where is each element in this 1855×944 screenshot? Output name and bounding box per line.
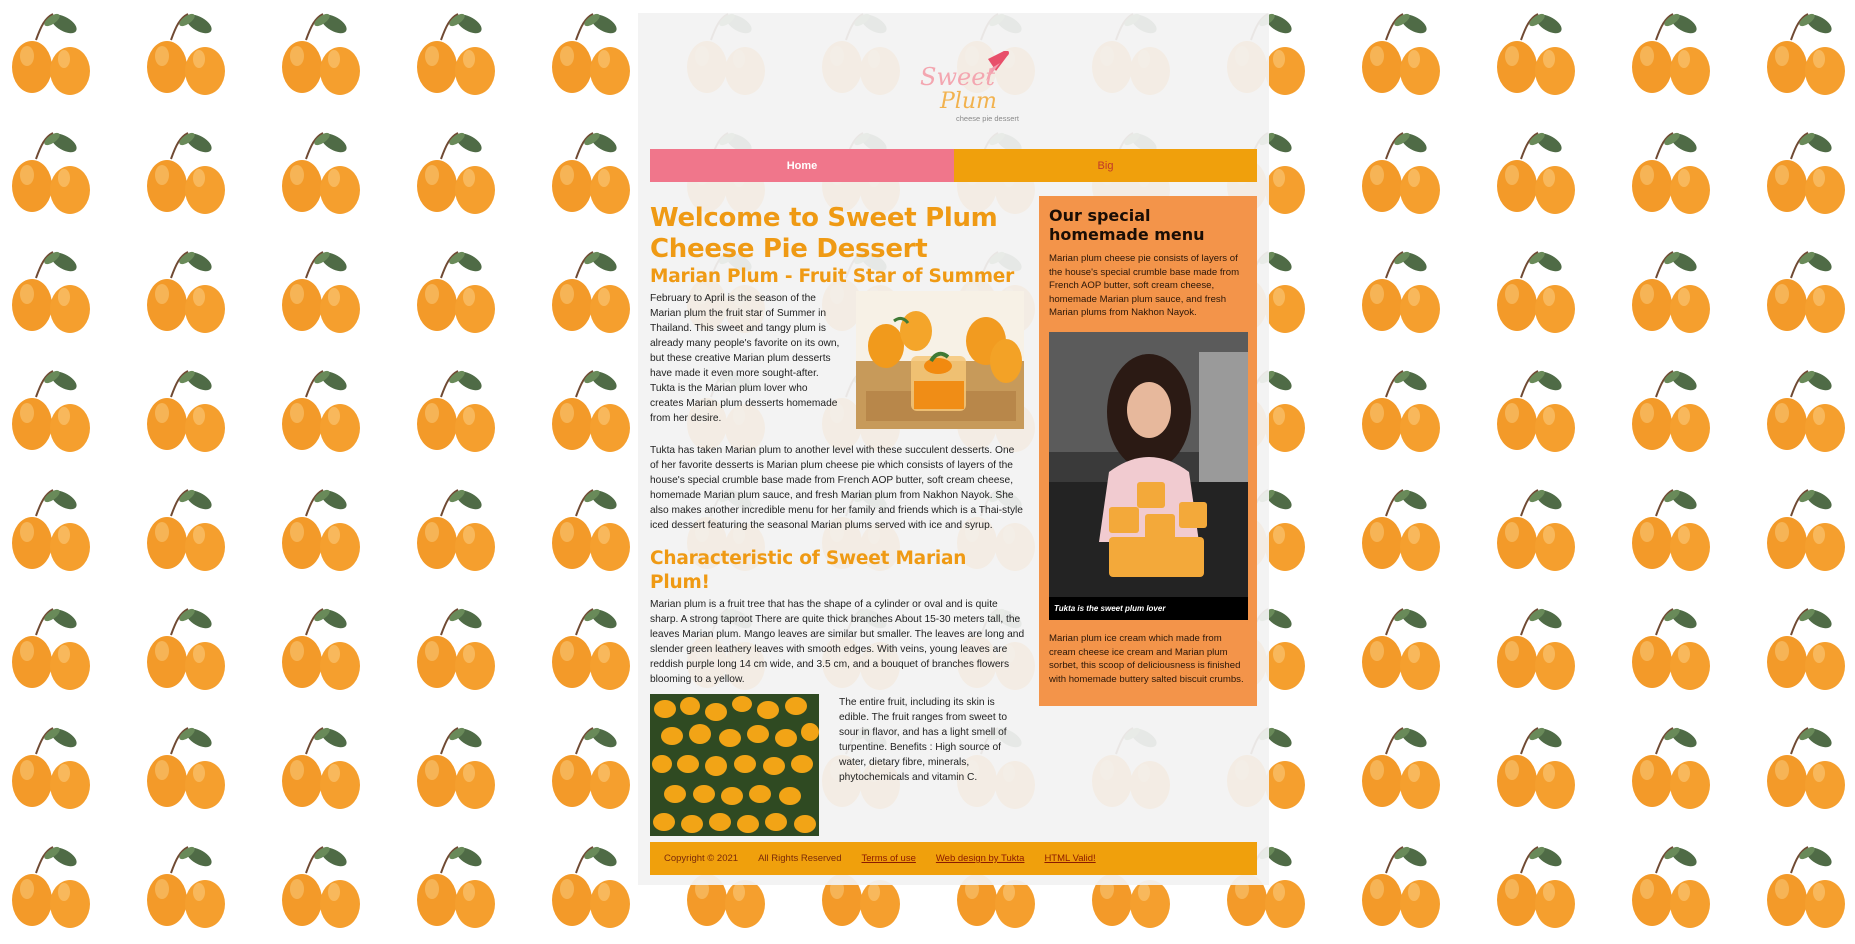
plums-photo [650, 694, 819, 836]
nav-home-link[interactable]: Home [650, 149, 954, 182]
nav-big-link[interactable]: Big [954, 149, 1257, 182]
section-heading-fruit-star: Marian Plum - Fruit Star of Summer [650, 266, 1015, 287]
page-container: Sweet Plum cheese pie dessert Home Big W… [638, 13, 1269, 885]
dessert-photo [856, 291, 1024, 429]
main-nav: Home Big [650, 149, 1257, 182]
photo-caption: Tukta is the sweet plum lover [1054, 603, 1166, 613]
main-content: Welcome to Sweet Plum Cheese Pie Dessert… [650, 203, 1025, 839]
svg-text:cheese pie dessert: cheese pie dessert [956, 114, 1020, 123]
footer-design-link[interactable]: Web design by Tukta [936, 853, 1025, 864]
characteristic-paragraph: Marian plum is a fruit tree that has the… [650, 599, 1025, 685]
sidebar-ice-cream-text: Marian plum ice cream which made from cr… [1049, 633, 1244, 685]
sidebar-cheese-pie-text: Marian plum cheese pie consists of layer… [1049, 253, 1240, 318]
site-footer: Copyright © 2021 All Rights Reserved Ter… [650, 842, 1257, 875]
footer-copyright: Copyright © 2021 [664, 853, 739, 864]
sidebar-heading: Our special homemade menu [1049, 206, 1205, 244]
footer-html-valid-link[interactable]: HTML Valid! [1044, 853, 1095, 864]
fruit-paragraph: The entire fruit, including its skin is … [839, 697, 1007, 783]
special-menu-sidebar: Our special homemade menu Marian plum ch… [1039, 196, 1257, 706]
site-logo[interactable]: Sweet Plum cheese pie dessert [916, 50, 1026, 131]
intro-section: February to April is the season of the M… [650, 291, 1025, 439]
logo-graphic: Sweet Plum cheese pie dessert [920, 50, 1020, 123]
tukta-photo: Tukta is the sweet plum lover [1049, 332, 1248, 620]
page-title: Welcome to Sweet Plum Cheese Pie Dessert [650, 203, 998, 264]
footer-terms-link[interactable]: Terms of use [862, 853, 916, 864]
svg-text:Plum: Plum [939, 89, 997, 114]
footer-rights: All Rights Reserved [758, 853, 842, 864]
desserts-paragraph: Tukta has taken Marian plum to another l… [650, 445, 1023, 531]
section-heading-characteristic: Characteristic of Sweet Marian Plum! [650, 548, 967, 593]
fruit-section: The entire fruit, including its skin is … [650, 694, 1025, 839]
svg-text:Sweet: Sweet [920, 63, 995, 91]
intro-paragraph: February to April is the season of the M… [650, 293, 840, 424]
